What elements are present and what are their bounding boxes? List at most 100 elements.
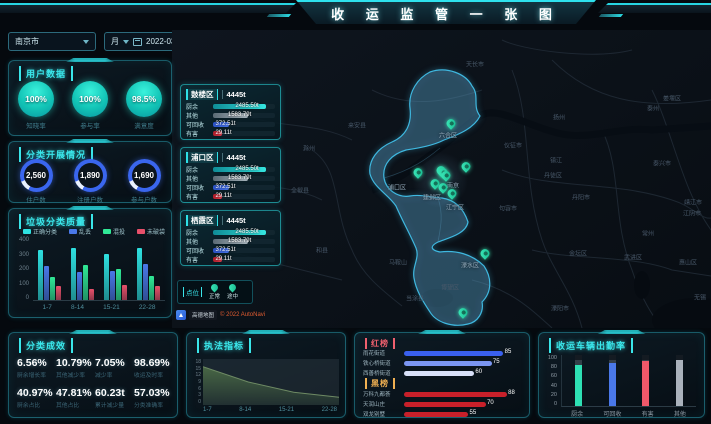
x-axis: 厨余可回收 有害其他: [561, 409, 696, 418]
map-label-姜堰区: 姜堰区: [663, 94, 681, 103]
ring-value: 2,560: [24, 163, 49, 188]
ring-row: 2,560 住户数 1,890 注册户数 1,690 参与户数: [9, 159, 171, 204]
bar-正确分类-1-7: [38, 250, 43, 300]
row-value: 29.11t: [215, 256, 231, 262]
page-title: 收 运 监 管 一 张 图: [331, 4, 561, 23]
ring-gauge: 2,560: [20, 159, 53, 192]
ring-label: 参与户数: [131, 194, 157, 204]
panel-user-data: 用户数据 100% 知晓率 100% 参与率 98.5% 满意度: [8, 60, 172, 136]
map-label-扬州: 扬州: [553, 113, 565, 122]
district-card-gulou[interactable]: 鼓楼区 4445t 厨余 2485.50t 其他 1583.79t 可回收 37…: [180, 84, 281, 140]
card-row: 有害 29.11t: [186, 129, 275, 138]
row-value: 29.11t: [215, 193, 231, 199]
row-value: 55: [470, 410, 477, 416]
panel-title: 用户数据: [19, 66, 73, 81]
row-value: 2485.50t: [235, 103, 258, 109]
panel-red-black-lists: 红榜 雨花街道 85 铁心桥街道 75 西善桥街道 60 黑榜 万科九都荟 88…: [354, 332, 530, 418]
ring-households: 2,560 住户数: [20, 159, 53, 204]
district-total: 4445t: [222, 153, 246, 162]
map-label-六合区: 六合区: [439, 131, 457, 140]
map-label-江阴市: 江阴市: [683, 209, 701, 218]
row-value: 75: [493, 359, 500, 365]
calendar-icon: [133, 38, 142, 46]
stat-cumulative-reduction: 60.23t累计减少量: [93, 383, 132, 413]
ring-participating: 1,690 参与户数: [128, 159, 161, 204]
row-label: 有害: [186, 129, 210, 138]
ring-label: 注册户数: [77, 194, 103, 204]
date-value: 2022-03: [146, 37, 175, 46]
bar-未破袋-8-14: [89, 289, 94, 300]
row-value: 372.51t: [215, 247, 235, 253]
gauge-row: 100% 知晓率 100% 参与率 98.5% 满意度: [9, 81, 171, 130]
y-axis: 10080 6040 200: [543, 355, 557, 407]
row-label: 其他: [186, 237, 210, 246]
waste-quality-chart: [33, 237, 165, 301]
row-bar: 29.11t: [213, 257, 275, 262]
panel-vehicle-attendance: 收运车辆出勤率 10080 6040 200 厨余可回收 有害其他: [538, 332, 705, 418]
gauge-label: 知晓率: [26, 120, 46, 130]
ring-label: 住户数: [26, 194, 46, 204]
map-label-溧水区: 溧水区: [461, 261, 479, 270]
row-bar: 29.11t: [213, 131, 275, 136]
row-value: 2485.50t: [235, 166, 258, 172]
ring-value: 1,890: [78, 163, 103, 188]
row-label: 天润山庄: [363, 400, 401, 408]
panel-title: 收运车辆出勤率: [549, 338, 633, 353]
legend-littered: 乱丢: [69, 227, 91, 236]
district-card-pukou[interactable]: 浦口区 4445t 厨余 2485.50t 其他 1583.79t 可回收 37…: [180, 147, 281, 203]
bar-正确分类-8-14: [71, 248, 76, 300]
row-label: 厨余: [186, 165, 210, 174]
stat-timely-rate: 98.69%收运及时率: [132, 353, 171, 383]
row-value: 1583.79t: [228, 238, 251, 244]
bar-混投-22-28: [149, 276, 154, 300]
gauge-awareness: 100% 知晓率: [18, 81, 54, 130]
city-select[interactable]: 南京市: [8, 32, 96, 51]
stat-grid: 6.56%厨余增长率 10.79%其他减少率 7.05%减少率 98.69%收运…: [15, 353, 171, 413]
card-row: 厨余 2485.50t: [186, 228, 275, 237]
map-label-马鞍山: 马鞍山: [389, 258, 407, 267]
map-canvas[interactable]: 天长市来安县滁州全椒县和县马鞍山当涂县博望区六合区浦口区南京建邺区江宁区溧水区扬…: [172, 30, 711, 328]
map-label-仪征市: 仪征市: [504, 141, 522, 150]
map-attribution: 高德地图 © 2022 AutoNavi: [176, 310, 265, 320]
row-bar: 1583.79t: [213, 176, 275, 181]
card-row: 其他 1583.79t: [186, 174, 275, 183]
header-decor-left: [0, 3, 296, 13]
row-label: 其他: [186, 174, 210, 183]
bar-混投-15-21: [116, 269, 121, 300]
legend-label: 途中: [227, 292, 238, 300]
row-label: 可回收: [186, 183, 210, 192]
map-label-来安县: 来安县: [348, 121, 366, 130]
map-label-全椒县: 全椒县: [291, 186, 309, 195]
bar-recyclable: [609, 355, 616, 406]
y-axis: 1815 129 63 0: [191, 359, 201, 405]
row-label: 有害: [186, 192, 210, 201]
legend-title: 点位: [183, 287, 202, 297]
row-value: 372.51t: [215, 121, 235, 127]
card-row: 可回收 372.51t: [186, 120, 275, 129]
gauge-participation: 100% 参与率: [72, 81, 108, 130]
chart-legend: 正确分类 乱丢 混投 未破袋: [23, 227, 165, 236]
black-list-title: 黑榜: [365, 378, 395, 389]
black-list-row: 双龙别墅 55: [363, 410, 521, 418]
row-value: 88: [508, 390, 515, 396]
row-bar: 372.51t: [213, 185, 275, 190]
district-name: 鼓楼区: [186, 89, 218, 100]
bar-kitchen: [575, 355, 582, 406]
map-label-句容市: 句容市: [499, 204, 517, 213]
y-axis: 400300 200100 0: [13, 237, 29, 301]
row-label: 有害: [186, 255, 210, 264]
chevron-down-icon: [123, 40, 129, 44]
map-label-天长市: 天长市: [466, 60, 484, 69]
row-bar: 1583.79t: [213, 239, 275, 244]
ring-gauge: 1,690: [128, 159, 161, 192]
bar-正确分类-15-21: [104, 254, 109, 300]
red-list-row: 西善桥街道 60: [363, 369, 521, 377]
panel-title: 分类成效: [19, 338, 73, 353]
black-list-row: 万科九都荟 88: [363, 390, 521, 398]
bar-混投-1-7: [50, 277, 55, 300]
bar-正确分类-22-28: [137, 248, 142, 300]
district-card-qixia[interactable]: 栖霞区 4445t 厨余 2485.50t 其他 1583.79t 可回收 37…: [180, 210, 281, 266]
row-bar: 29.11t: [213, 194, 275, 199]
stat-other-reduction: 10.79%其他减少率: [54, 353, 93, 383]
district-card-header: 浦口区 4445t: [186, 152, 275, 163]
